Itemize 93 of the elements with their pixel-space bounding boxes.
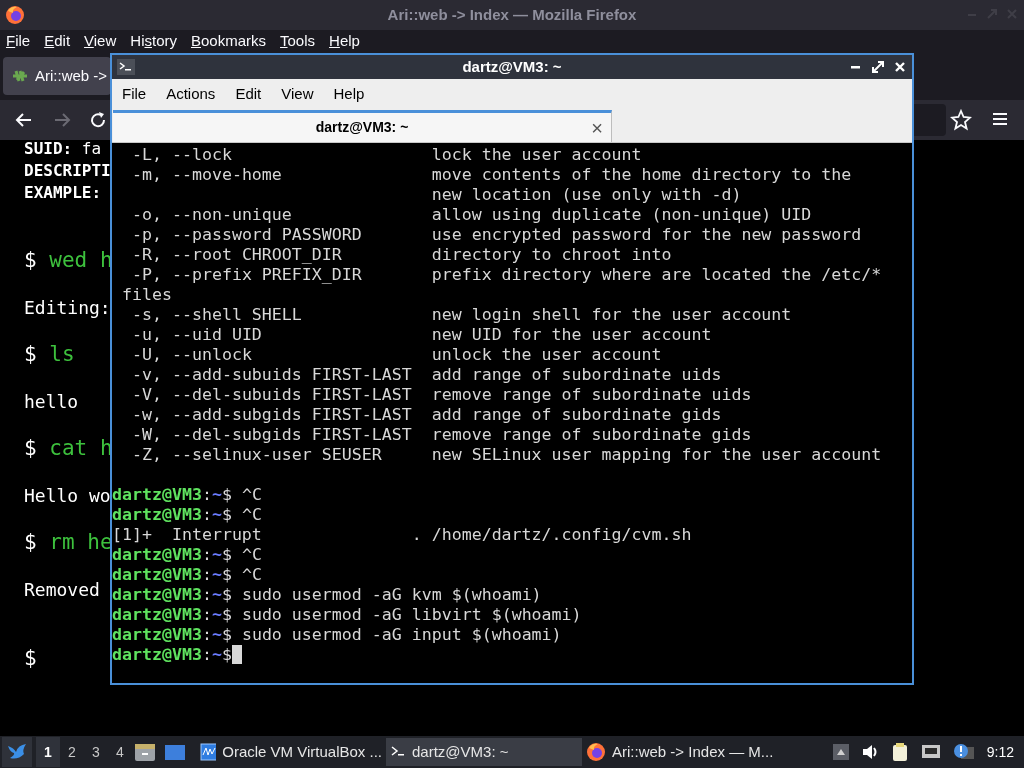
volume-icon[interactable]: [860, 744, 879, 760]
menu-item[interactable]: Actions: [158, 82, 224, 106]
menu-item[interactable]: Edit: [44, 29, 71, 53]
option-text: -W, --del-subgids FIRST-LAST: [131, 425, 413, 445]
terminal-text: [1]+ Interrupt: [112, 525, 263, 545]
command-line: $ ls: [24, 342, 75, 367]
option-description: directory to chroot into: [431, 245, 672, 265]
option-description: remove range of subordinate uids: [431, 385, 752, 405]
browser-tab[interactable]: Ari::web ->: [3, 57, 111, 95]
menu-item[interactable]: Tools: [280, 29, 316, 53]
arrow-up-icon: [836, 749, 845, 755]
workspace-button[interactable]: 1: [36, 737, 60, 767]
option-description: use encrypted password for the new password: [431, 225, 862, 245]
clipboard-icon[interactable]: [890, 742, 909, 762]
page-text: SUID: fa: [24, 138, 102, 160]
window-icon[interactable]: [164, 742, 186, 762]
start-button[interactable]: [2, 737, 32, 767]
page-text: Editing:: [24, 296, 111, 320]
page-text: EXAMPLE:: [24, 182, 102, 204]
workspace-button[interactable]: 2: [60, 737, 84, 767]
close-tab-button[interactable]: ×: [591, 117, 603, 138]
prompt-line: dartz@VM3:~$ ^C: [112, 545, 262, 565]
leaf-icon: [11, 68, 29, 84]
menu-item[interactable]: View: [84, 29, 117, 53]
page-text: Hello wo: [24, 484, 111, 508]
prompt-line: dartz@VM3:~$ ^C: [112, 485, 262, 505]
page-text: DESCRIPTI: [24, 160, 111, 182]
menu-icon[interactable]: [992, 112, 1008, 126]
workspace-button[interactable]: 4: [108, 737, 132, 767]
option-text: -p, --password PASSWORD: [131, 225, 363, 245]
prompt-line: dartz@VM3:~$ sudo usermod -aG kvm $(whoami): [112, 585, 542, 605]
reload-icon[interactable]: [88, 110, 108, 130]
terminal-text: files: [122, 285, 172, 305]
page-text: Removed: [24, 578, 100, 602]
menu-item[interactable]: Edit: [227, 82, 270, 106]
taskbar-button[interactable]: Ari::web -> Index — M...: [582, 738, 782, 766]
option-description: lock the user account: [431, 145, 642, 165]
prompt-line: dartz@VM3:~$ sudo usermod -aG input $(whoami): [112, 625, 562, 645]
terminal-icon: [390, 745, 406, 759]
menu-item[interactable]: Help: [329, 29, 360, 53]
menu-item[interactable]: History: [130, 29, 177, 53]
option-description: new location (use only with -d): [431, 185, 742, 205]
option-description: unlock the user account: [431, 345, 662, 365]
option-text: -u, --uid UID: [131, 325, 263, 345]
prompt-line: dartz@VM3:~$ ^C: [112, 505, 262, 525]
terminal-text: . /home/dartz/.config/cvm.sh: [411, 525, 692, 545]
network-icon[interactable]: [920, 744, 941, 760]
clock[interactable]: 9:12: [986, 741, 1014, 763]
option-description: move contents of the home directory to the: [431, 165, 852, 185]
option-description: add range of subordinate gids: [431, 405, 722, 425]
option-text: -v, --add-subuids FIRST-LAST: [131, 365, 413, 385]
terminal-icon: [117, 59, 135, 75]
prompt-line: dartz@VM3:~$ sudo usermod -aG libvirt $(whoami): [112, 605, 582, 625]
menu-item[interactable]: Help: [325, 82, 373, 106]
menu-item[interactable]: Bookmarks: [191, 29, 267, 53]
taskbar-button[interactable]: Oracle VM VirtualBox ...: [196, 738, 386, 766]
option-description: new SELinux user mapping for the user account: [431, 445, 882, 465]
option-text: -R, --root CHROOT_DIR: [131, 245, 343, 265]
command-line: $: [24, 646, 37, 671]
workspace-button[interactable]: 3: [84, 737, 108, 767]
option-text: -U, --unlock: [131, 345, 253, 365]
bookmark-star-icon[interactable]: [950, 109, 972, 131]
menu-item[interactable]: File: [6, 29, 31, 53]
option-description: remove range of subordinate gids: [431, 425, 752, 445]
window-title: dartz@VM3: ~: [461, 56, 563, 77]
option-text: -s, --shell SHELL: [131, 305, 303, 325]
firefox-icon: [586, 742, 606, 762]
option-text: -P, --prefix PREFIX_DIR: [131, 265, 363, 285]
option-text: -o, --non-unique: [131, 205, 293, 225]
option-text: -V, --del-subuids FIRST-LAST: [131, 385, 413, 405]
option-description: allow using duplicate (non-unique) UID: [431, 205, 812, 225]
prompt-line: dartz@VM3:~$: [112, 645, 233, 665]
firefox-icon: [5, 5, 25, 25]
tray-expand-button[interactable]: [832, 744, 849, 760]
option-description: new UID for the user account: [431, 325, 712, 345]
notification-icon[interactable]: [952, 743, 975, 761]
option-text: -m, --move-home: [131, 165, 283, 185]
command-line: $ rm he: [24, 530, 113, 554]
taskbar-button[interactable]: dartz@VM3: ~: [386, 738, 582, 766]
page-text: hello: [24, 390, 79, 414]
window-title: Ari::web -> Index — Mozilla Firefox: [387, 4, 637, 25]
option-text: -w, --add-subgids FIRST-LAST: [131, 405, 413, 425]
terminal-tab[interactable]: dartz@VM3: ~ ×: [113, 110, 612, 142]
option-text: -Z, --selinux-user SEUSER: [131, 445, 383, 465]
menu-item[interactable]: File: [114, 82, 155, 106]
file-manager-icon[interactable]: [134, 742, 156, 762]
option-description: add range of subordinate uids: [431, 365, 722, 385]
menu-item[interactable]: View: [273, 82, 322, 106]
option-description: prefix directory where are located the /etc/*: [431, 265, 882, 285]
option-text: -L, --lock: [131, 145, 233, 165]
option-description: new login shell for the user account: [431, 305, 792, 325]
prompt-line: dartz@VM3:~$ ^C: [112, 565, 262, 585]
monitor-icon: [200, 743, 217, 761]
